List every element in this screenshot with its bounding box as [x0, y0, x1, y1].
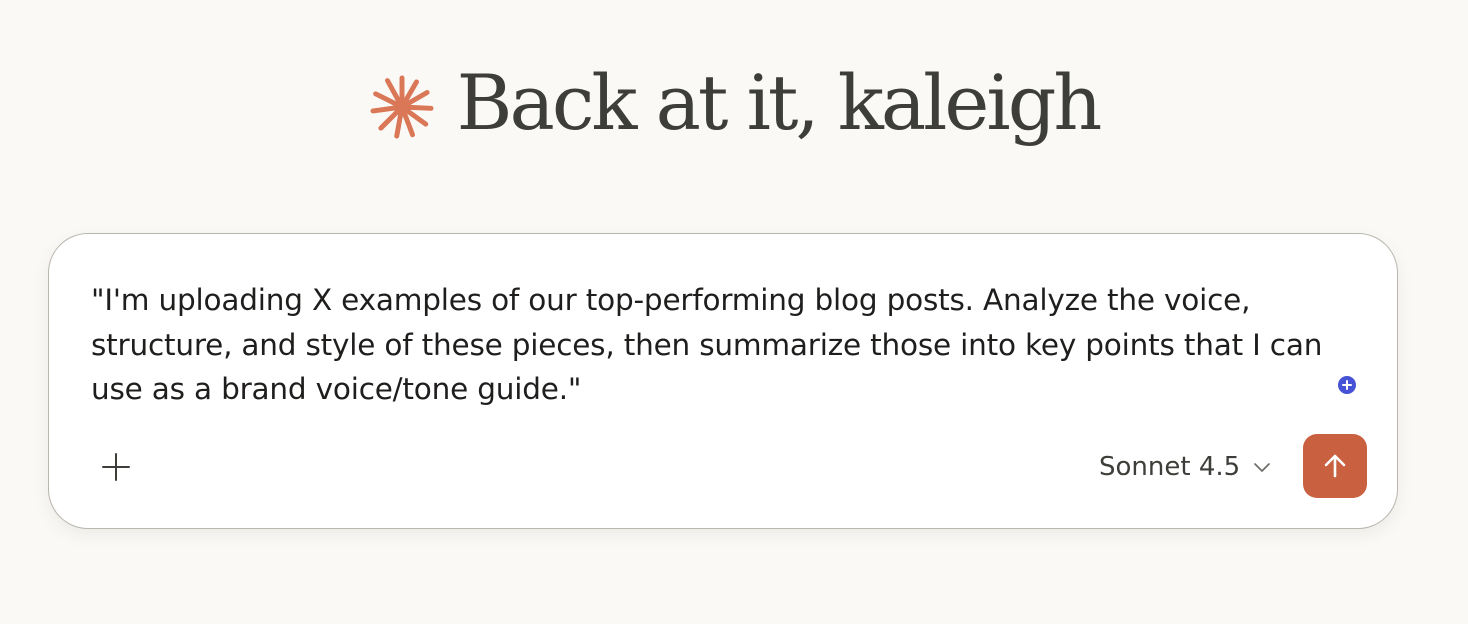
chevron-down-icon [1252, 457, 1272, 477]
arrow-up-icon [1324, 454, 1346, 478]
add-cursor-icon [1338, 376, 1356, 394]
greeting-title: Back at it, kaleigh [456, 58, 1103, 147]
add-attachment-button[interactable] [95, 446, 137, 488]
plus-icon [102, 453, 130, 481]
send-button[interactable] [1303, 434, 1367, 498]
sparkle-icon [370, 74, 434, 139]
prompt-input[interactable]: "I'm uploading X examples of our top-per… [91, 278, 1361, 412]
chat-composer[interactable]: "I'm uploading X examples of our top-per… [48, 233, 1398, 529]
greeting-row: Back at it, kaleigh [369, 58, 1103, 147]
model-selector[interactable]: Sonnet 4.5 [1099, 448, 1272, 486]
model-label: Sonnet 4.5 [1099, 452, 1241, 482]
greeting-header: Back at it, kaleigh [0, 58, 1468, 147]
